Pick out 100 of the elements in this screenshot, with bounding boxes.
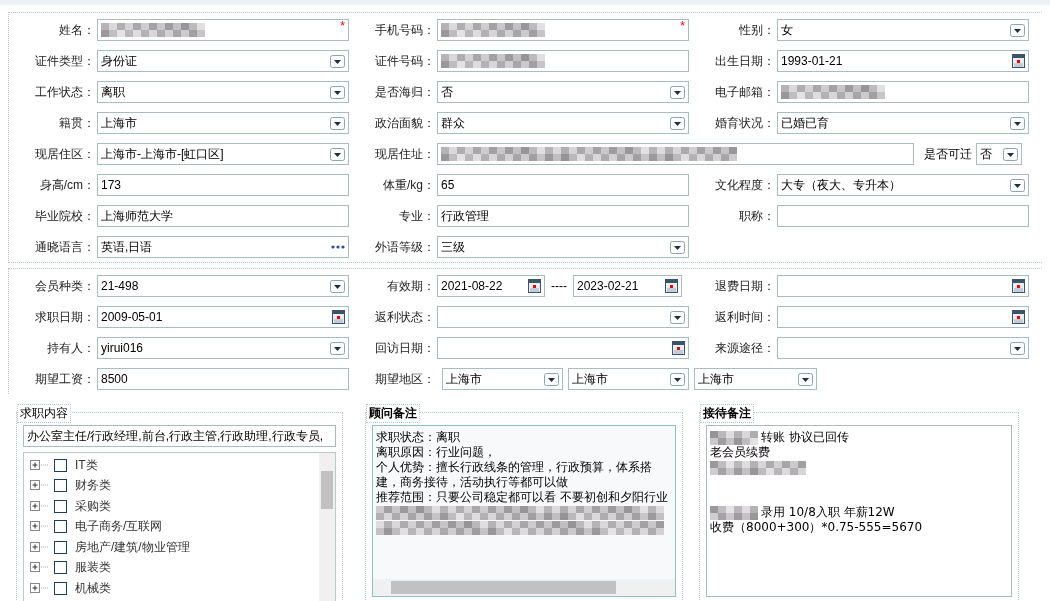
field-label: 回访日期： — [374, 339, 435, 357]
field-value: 三级 — [441, 238, 466, 256]
select-field[interactable]: 大专（夜大、专升本） — [777, 174, 1029, 196]
range-separator: ---- — [551, 279, 567, 293]
vertical-scrollbar[interactable] — [319, 453, 335, 601]
field-value: 65 — [441, 178, 456, 192]
tree-item[interactable]: 房地产/建筑/物业管理 — [30, 537, 319, 558]
input-field[interactable]: * — [437, 19, 689, 41]
select-field[interactable]: 三级 — [437, 236, 689, 258]
tree-item[interactable]: 采购类 — [30, 496, 319, 517]
calendar-icon[interactable] — [528, 279, 541, 293]
calendar-icon[interactable] — [332, 310, 345, 324]
checkbox[interactable] — [54, 561, 67, 575]
date-field[interactable]: 2023-02-21 — [573, 275, 682, 297]
field-value: 上海市 — [698, 370, 735, 388]
more-icon[interactable] — [331, 245, 345, 249]
note-line: 建，商务接待，活动执行等都可以做 — [376, 474, 568, 491]
field-label: 退费日期： — [714, 277, 775, 295]
select-field[interactable]: 否 — [976, 143, 1022, 165]
checkbox[interactable] — [54, 479, 67, 493]
checkbox[interactable] — [54, 520, 67, 534]
select-field[interactable]: 身份证 — [97, 50, 349, 72]
tree-item[interactable]: 服装类 — [30, 557, 319, 578]
notes-textarea[interactable]: 求职状态：离职 离职原因：行业问题， 个人优势：擅长行政线条的管理，行政预算，体系搭 建，商务接待，活动执行等都可以做 推荐范围：只要公司稳定都可以看 不要初创和夕阳行业 — [372, 425, 676, 597]
field-label: 现居住区： — [34, 145, 95, 163]
notes-textarea[interactable]: 转账 协议已回传 老会员续费 录用 10/8入职 年薪12W 收费（8000+300）*0.75-555=5670 — [706, 425, 1012, 597]
field-label: 职称： — [738, 207, 775, 225]
input-field[interactable]: 办公室主任/行政经理,前台,行政主管,行政助理,行政专员, — [23, 425, 336, 447]
required-mark: * — [340, 19, 345, 33]
date-field[interactable]: 2009-05-01 — [97, 306, 349, 328]
input-field[interactable]: 英语,日语 — [97, 236, 349, 258]
tree-item[interactable]: IT类 — [30, 455, 319, 476]
field-value: 8500 — [101, 372, 129, 386]
select-field[interactable]: 21-498 — [97, 275, 349, 297]
input-field[interactable]: 行政管理 — [437, 205, 689, 227]
select-field[interactable] — [777, 337, 1029, 359]
tree-item[interactable]: 财务类 — [30, 475, 319, 496]
select-field[interactable]: 上海市 — [442, 368, 563, 390]
calendar-icon[interactable] — [1012, 279, 1025, 293]
select-field[interactable]: 否 — [437, 81, 689, 103]
field-label: 毕业院校： — [34, 207, 95, 225]
input-field[interactable] — [777, 81, 1029, 103]
field-value: 大专（夜大、专升本） — [781, 176, 902, 194]
calendar-icon[interactable] — [665, 279, 678, 293]
input-field[interactable] — [437, 50, 689, 72]
select-field[interactable]: 群众 — [437, 112, 689, 134]
field-value: 上海市-上海市-[虹口区] — [101, 145, 225, 163]
date-field[interactable] — [437, 337, 689, 359]
checkbox[interactable] — [54, 540, 67, 554]
date-field[interactable]: 1993-01-21 — [777, 50, 1029, 72]
field-label: 姓名： — [58, 21, 95, 39]
select-field[interactable]: 已婚已育 — [777, 112, 1029, 134]
checkbox[interactable] — [54, 499, 67, 513]
field-value: 2021-08-22 — [441, 279, 504, 293]
input-field[interactable] — [437, 143, 914, 165]
field-label: 会员种类： — [34, 277, 95, 295]
select-field[interactable]: 上海市 — [694, 368, 817, 390]
select-field[interactable]: 上海市-上海市-[虹口区] — [97, 143, 349, 165]
required-mark: * — [680, 19, 685, 33]
date-field[interactable]: 2021-08-22 — [437, 275, 545, 297]
date-field[interactable] — [777, 306, 1029, 328]
note-line: 求职状态：离职 — [376, 429, 460, 446]
field-label: 电子邮箱： — [714, 83, 775, 101]
input-field[interactable]: 173 — [97, 174, 349, 196]
note-line: 个人优势：擅长行政线条的管理，行政预算，体系搭 — [376, 459, 652, 476]
calendar-icon[interactable] — [672, 341, 685, 355]
input-field[interactable]: 65 — [437, 174, 689, 196]
field-value: 1993-01-21 — [781, 54, 844, 68]
field-label: 持有人： — [46, 339, 95, 357]
select-field[interactable]: 上海市 — [568, 368, 689, 390]
calendar-icon[interactable] — [1012, 54, 1025, 68]
field-value: 上海市 — [446, 370, 483, 388]
field-value: 上海师范大学 — [101, 207, 174, 225]
horizontal-scrollbar[interactable] — [373, 579, 675, 596]
field-value: 否 — [441, 83, 454, 101]
field-label: 手机号码： — [374, 21, 435, 39]
select-field[interactable]: yirui016 — [97, 337, 349, 359]
input-field[interactable] — [777, 205, 1029, 227]
input-field[interactable]: 上海师范大学 — [97, 205, 349, 227]
field-value: 行政管理 — [441, 207, 490, 225]
checkbox[interactable] — [54, 458, 67, 472]
field-value: 已婚已育 — [781, 114, 830, 132]
field-label: 身高/cm： — [38, 176, 95, 194]
tree-item[interactable]: 机械类 — [30, 578, 319, 599]
date-field[interactable] — [777, 275, 1029, 297]
field-label: 来源途径： — [714, 339, 775, 357]
select-field[interactable]: 上海市 — [97, 112, 349, 134]
select-field[interactable] — [437, 306, 689, 328]
select-field[interactable]: 离职 — [97, 81, 349, 103]
tree-item[interactable]: 电子商务/互联网 — [30, 516, 319, 537]
select-field[interactable]: 女 — [777, 19, 1029, 41]
field-label: 期望工资： — [34, 370, 95, 388]
field-label: 返利时间： — [714, 308, 775, 326]
field-label: 专业： — [398, 207, 435, 225]
field-value: 上海市 — [572, 370, 609, 388]
input-field[interactable]: 8500 — [97, 368, 349, 390]
input-field[interactable]: * — [97, 19, 349, 41]
field-label: 求职日期： — [34, 308, 95, 326]
checkbox[interactable] — [54, 581, 67, 595]
calendar-icon[interactable] — [1012, 310, 1025, 324]
